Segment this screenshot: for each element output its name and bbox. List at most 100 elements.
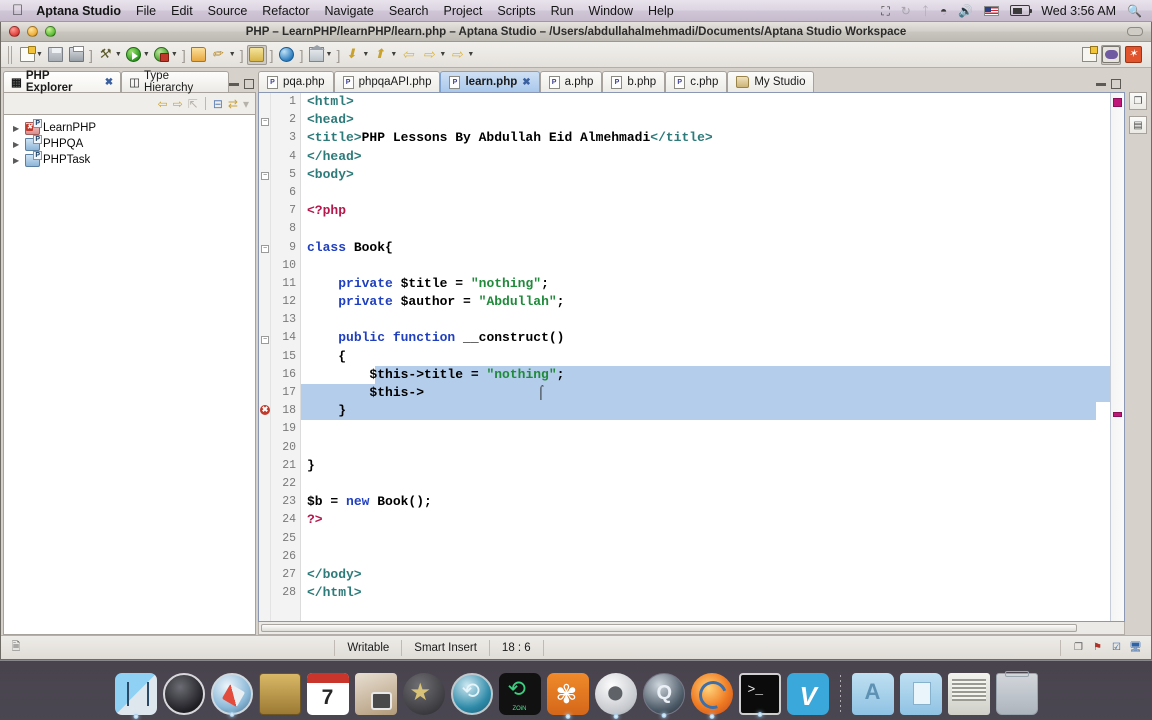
collapse-all-icon[interactable]: ⊟ — [213, 98, 223, 110]
terminal-icon[interactable] — [739, 673, 781, 715]
menu-clock[interactable]: Wed 3:56 AM — [1041, 4, 1116, 18]
code-text-area[interactable]: <html> <head> <title>PHP Lessons By Abdu… — [301, 93, 1110, 621]
next-annotation-icon[interactable]: ⬆ — [371, 45, 391, 65]
tab-a-php[interactable]: P a.php — [540, 71, 603, 92]
editor-horizontal-scrollbar[interactable] — [258, 622, 1125, 635]
previous-annotation-icon[interactable]: ⬇ — [343, 45, 363, 65]
error-marker-icon[interactable] — [1113, 412, 1122, 417]
new-wizard-dropdown-icon[interactable]: ▼ — [36, 51, 44, 58]
print-icon[interactable] — [66, 45, 86, 65]
run-dropdown-icon[interactable]: ▼ — [143, 51, 151, 58]
code-editor[interactable]: − − − − ✖ 1 2 3 4 5 6 7 8 — [258, 92, 1125, 622]
open-resource-icon[interactable] — [189, 45, 209, 65]
forward-icon[interactable]: ⇨ — [173, 98, 183, 110]
menu-app-name[interactable]: Aptana Studio — [36, 4, 121, 18]
sql-developer-icon[interactable] — [595, 673, 637, 715]
vimeo-icon[interactable] — [787, 673, 829, 715]
menu-refactor[interactable]: Refactor — [262, 4, 309, 18]
address-book-icon[interactable] — [259, 673, 301, 715]
run-icon[interactable] — [124, 45, 144, 65]
toolbar-grip[interactable] — [8, 46, 13, 64]
wifi-icon[interactable]: ◓ — [940, 5, 947, 17]
trash-icon[interactable] — [996, 673, 1038, 715]
previous-annotation-dropdown-icon[interactable]: ▼ — [362, 51, 370, 58]
pen-dropdown-icon[interactable]: ▼ — [229, 51, 237, 58]
php-perspective-icon[interactable] — [1101, 45, 1121, 65]
settings-gear-icon[interactable]: ✶ — [1123, 45, 1143, 65]
sidebar-tab-type-hierarchy[interactable]: ◫ Type Hierarchy — [121, 71, 229, 92]
menu-project[interactable]: Project — [443, 4, 482, 18]
outline-icon[interactable]: ▤ — [1129, 116, 1147, 134]
menu-help[interactable]: Help — [648, 4, 674, 18]
tab-pqa-php[interactable]: P pqa.php — [258, 71, 334, 92]
bluetooth-icon[interactable]: ᛏ — [922, 5, 929, 17]
restore-icon[interactable]: ❐ — [1129, 92, 1147, 110]
documents-folder-icon[interactable] — [900, 673, 942, 715]
close-icon[interactable]: ✖ — [522, 77, 530, 88]
restore-icon[interactable]: ❐ — [1071, 641, 1086, 655]
sidebar-tab-php-explorer[interactable]: ▦ PHP Explorer ✖ — [3, 71, 121, 92]
link-with-editor-icon[interactable]: ⇄ — [228, 98, 238, 110]
maximize-icon[interactable] — [244, 79, 254, 89]
console-icon[interactable]: 🖥 — [1128, 641, 1143, 655]
finder-icon[interactable] — [115, 673, 157, 715]
tab-my-studio[interactable]: My Studio — [727, 71, 814, 92]
tab-phpqaapi-php[interactable]: P phpqaAPI.php — [334, 71, 441, 92]
view-menu-icon[interactable]: ▾ — [243, 98, 249, 110]
expand-arrow-icon[interactable]: ▶ — [13, 124, 22, 133]
expand-arrow-icon[interactable]: ▶ — [13, 156, 22, 165]
close-icon[interactable]: ✖ — [105, 77, 113, 88]
menu-source[interactable]: Source — [208, 4, 248, 18]
volume-icon[interactable]: 🔊 — [958, 5, 973, 17]
external-tools-dropdown-icon[interactable]: ▼ — [171, 51, 179, 58]
tab-b-php[interactable]: P b.php — [602, 71, 665, 92]
next-annotation-dropdown-icon[interactable]: ▼ — [390, 51, 398, 58]
iphoto-icon[interactable] — [355, 673, 397, 715]
tab-learn-php[interactable]: P learn.php ✖ — [440, 71, 539, 92]
tree-item-phptask[interactable]: ▶ PHPTask — [4, 152, 255, 168]
web-preview-icon[interactable] — [277, 45, 297, 65]
maximize-icon[interactable] — [1111, 79, 1121, 89]
calendar-icon[interactable]: 7 — [307, 673, 349, 715]
quicktime-icon[interactable] — [643, 673, 685, 715]
back-icon[interactable]: ⇦ — [399, 45, 419, 65]
save-icon[interactable] — [45, 45, 65, 65]
zoin-icon[interactable]: ⟲ ZOiN — [499, 673, 541, 715]
fold-marker-line5[interactable]: − — [261, 172, 269, 180]
debug-icon[interactable]: ⚒ — [96, 45, 116, 65]
debug-dropdown-icon[interactable]: ▼ — [115, 51, 123, 58]
overview-ruler[interactable] — [1110, 93, 1124, 621]
fold-marker-line9[interactable]: − — [261, 245, 269, 253]
menu-file[interactable]: File — [136, 4, 156, 18]
applications-folder-icon[interactable] — [852, 673, 894, 715]
time-machine-icon[interactable] — [451, 673, 493, 715]
minimize-icon[interactable] — [1096, 83, 1106, 86]
launchpad-icon[interactable] — [163, 673, 205, 715]
timemachine-icon[interactable]: ↻ — [901, 5, 911, 17]
tasks-icon[interactable]: ☑ — [1109, 641, 1124, 655]
toolbar-toggle-button[interactable] — [1127, 27, 1143, 36]
folding-gutter[interactable]: − − − − ✖ — [259, 93, 271, 621]
scrollbar-thumb[interactable] — [261, 624, 1077, 632]
error-marker-icon[interactable] — [1113, 98, 1122, 107]
menu-edit[interactable]: Edit — [171, 4, 193, 18]
menu-run[interactable]: Run — [551, 4, 574, 18]
airplay-icon[interactable]: ⛶ — [881, 5, 889, 17]
battery-icon[interactable] — [1010, 5, 1030, 16]
fold-marker-line14[interactable]: − — [261, 336, 269, 344]
safari-icon[interactable] — [211, 673, 253, 715]
project-tree[interactable]: ▶ ✖ LearnPHP ▶ PHPQA ▶ PHPTask — [3, 114, 256, 635]
error-marker-icon[interactable]: ✖ — [260, 405, 270, 415]
expand-arrow-icon[interactable]: ▶ — [13, 140, 22, 149]
menu-window[interactable]: Window — [589, 4, 633, 18]
new-wizard-icon[interactable] — [17, 45, 37, 65]
imovie-icon[interactable]: ★ — [403, 673, 445, 715]
menu-navigate[interactable]: Navigate — [325, 4, 374, 18]
tab-c-php[interactable]: P c.php — [665, 71, 727, 92]
fold-marker-line2[interactable]: − — [261, 118, 269, 126]
minimize-window-button[interactable] — [27, 26, 38, 37]
forward-dropdown-icon[interactable]: ▼ — [439, 51, 447, 58]
menu-search[interactable]: Search — [389, 4, 429, 18]
system-preferences-icon[interactable] — [547, 673, 589, 715]
last-edit-icon[interactable]: ⇨ — [448, 45, 468, 65]
